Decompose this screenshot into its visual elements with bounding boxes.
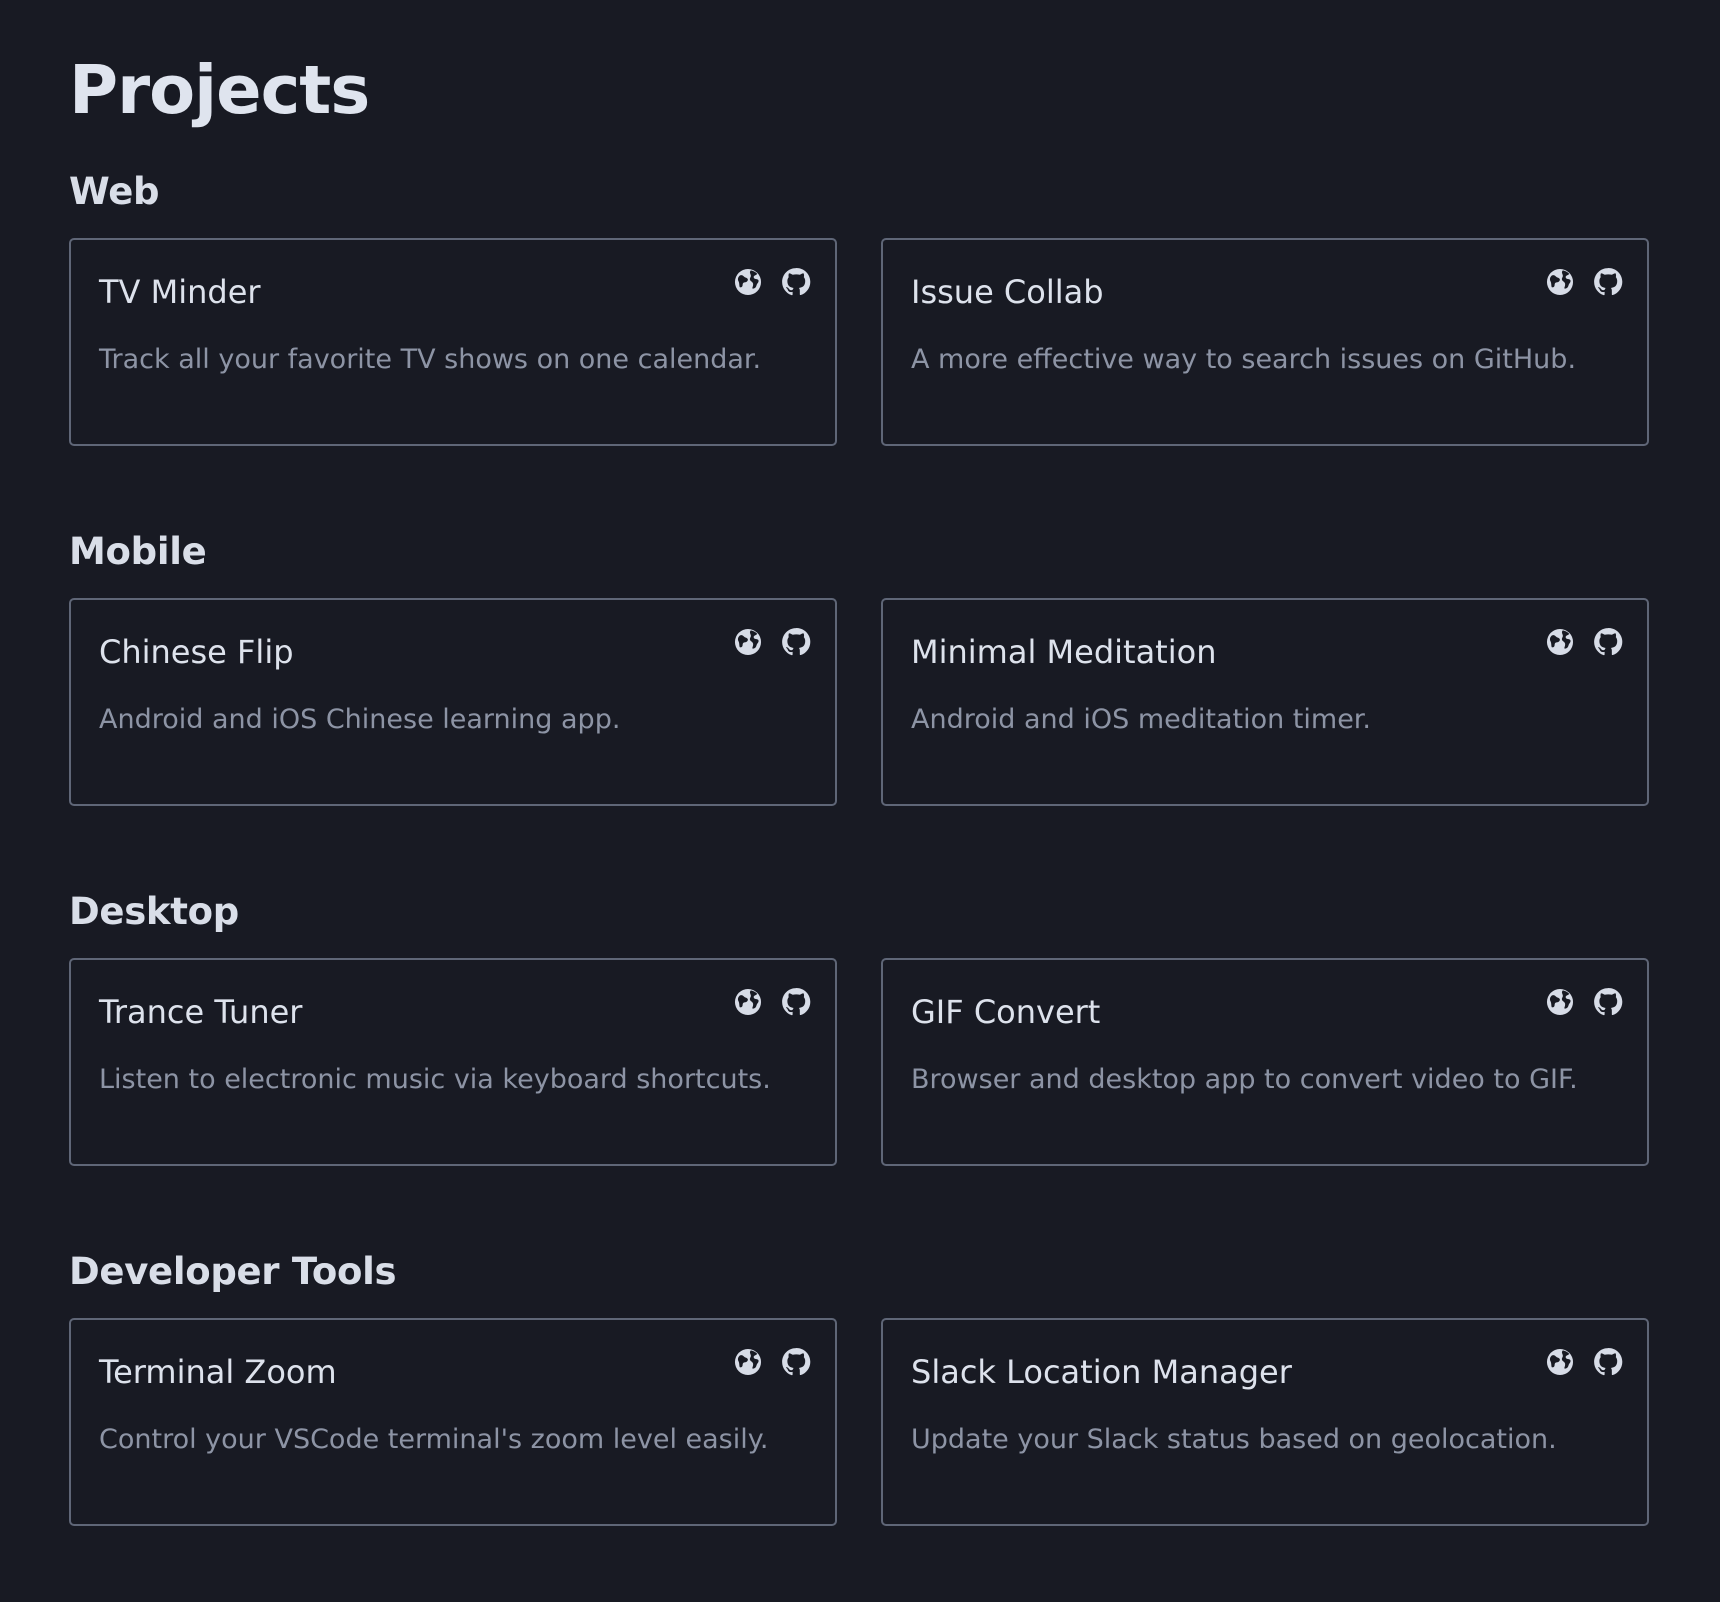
globe-icon[interactable]	[1543, 625, 1577, 659]
project-card-issue-collab: Issue Collab A more effective way to sea…	[881, 238, 1649, 446]
project-card-grid: Terminal Zoom Control your VSCode termin…	[69, 1318, 1649, 1526]
github-icon[interactable]	[1591, 625, 1625, 659]
projects-page: Projects Web TV Minder Track all your fa…	[0, 0, 1720, 1602]
globe-icon[interactable]	[1543, 265, 1577, 299]
project-card-gif-convert: GIF Convert Browser and desktop app to c…	[881, 958, 1649, 1166]
github-icon[interactable]	[1591, 985, 1625, 1019]
github-icon[interactable]	[779, 625, 813, 659]
project-card-chinese-flip: Chinese Flip Android and iOS Chinese lea…	[69, 598, 837, 806]
github-icon[interactable]	[779, 1345, 813, 1379]
globe-icon[interactable]	[731, 1345, 765, 1379]
section-mobile: Mobile Chinese Flip Android and iOS Chin	[69, 530, 1649, 806]
project-title: Slack Location Manager	[911, 1353, 1292, 1391]
github-icon[interactable]	[1591, 265, 1625, 299]
globe-icon[interactable]	[1543, 1345, 1577, 1379]
project-card-grid: Trance Tuner Listen to electronic music …	[69, 958, 1649, 1166]
globe-icon[interactable]	[731, 265, 765, 299]
page-title: Projects	[69, 51, 370, 129]
project-description: Android and iOS meditation timer.	[911, 704, 1372, 735]
project-title: Trance Tuner	[99, 993, 303, 1031]
section-title: Web	[69, 170, 160, 213]
github-icon[interactable]	[779, 265, 813, 299]
globe-icon[interactable]	[731, 985, 765, 1019]
project-description: Update your Slack status based on geoloc…	[911, 1424, 1557, 1455]
project-card-tv-minder: TV Minder Track all your favorite TV sho…	[69, 238, 837, 446]
github-icon[interactable]	[779, 985, 813, 1019]
section-desktop: Desktop Trance Tuner Listen to electroni	[69, 890, 1649, 1166]
section-web: Web TV Minder Track all your favorite TV	[69, 170, 1649, 446]
project-description: Browser and desktop app to convert video…	[911, 1064, 1578, 1095]
project-card-grid: Chinese Flip Android and iOS Chinese lea…	[69, 598, 1649, 806]
section-title: Mobile	[69, 530, 207, 573]
project-description: A more effective way to search issues on…	[911, 344, 1577, 375]
section-title: Developer Tools	[69, 1250, 397, 1293]
project-title: Chinese Flip	[99, 633, 294, 671]
section-developer-tools: Developer Tools Terminal Zoom Control yo	[69, 1250, 1649, 1526]
project-title: GIF Convert	[911, 993, 1101, 1031]
project-card-minimal-meditation: Minimal Meditation Android and iOS medit…	[881, 598, 1649, 806]
project-description: Listen to electronic music via keyboard …	[99, 1064, 771, 1095]
globe-icon[interactable]	[1543, 985, 1577, 1019]
project-title: TV Minder	[99, 273, 261, 311]
project-title: Terminal Zoom	[99, 1353, 337, 1391]
project-card-grid: TV Minder Track all your favorite TV sho…	[69, 238, 1649, 446]
project-card-slack-location-manager: Slack Location Manager Update your Slack…	[881, 1318, 1649, 1526]
project-title: Issue Collab	[911, 273, 1104, 311]
project-description: Android and iOS Chinese learning app.	[99, 704, 621, 735]
project-description: Track all your favorite TV shows on one …	[99, 344, 762, 375]
section-title: Desktop	[69, 890, 239, 933]
globe-icon[interactable]	[731, 625, 765, 659]
github-icon[interactable]	[1591, 1345, 1625, 1379]
project-title: Minimal Meditation	[911, 633, 1217, 671]
project-description: Control your VSCode terminal's zoom leve…	[99, 1424, 769, 1455]
project-card-trance-tuner: Trance Tuner Listen to electronic music …	[69, 958, 837, 1166]
project-card-terminal-zoom: Terminal Zoom Control your VSCode termin…	[69, 1318, 837, 1526]
